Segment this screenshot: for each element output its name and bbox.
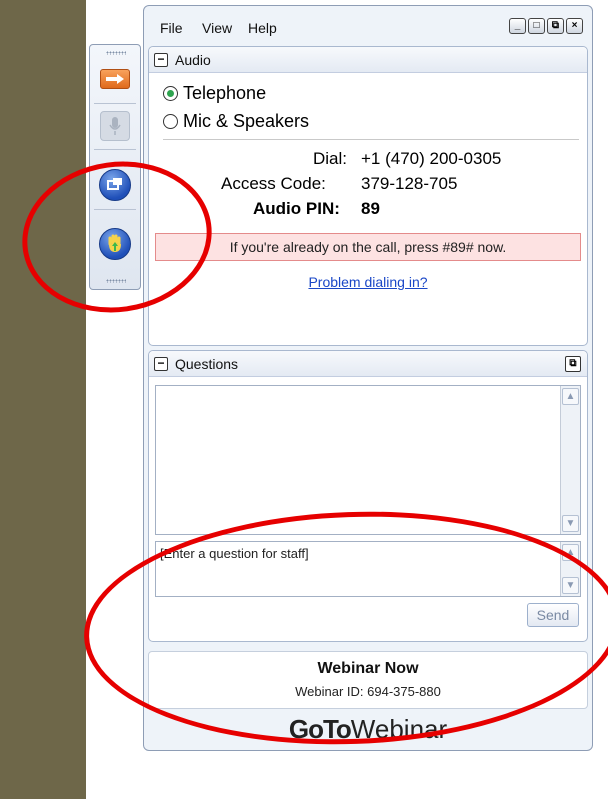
- question-input[interactable]: [Enter a question for staff] ▲ ▼: [155, 541, 581, 597]
- telephone-radio[interactable]: [163, 86, 178, 101]
- gotowebinar-logo: GoToWebinar: [144, 714, 592, 745]
- toolbar-grip-top[interactable]: [106, 51, 126, 55]
- telephone-option[interactable]: Telephone: [163, 83, 266, 104]
- scroll-up-icon[interactable]: ▲: [562, 544, 579, 561]
- audio-section: − Audio Telephone Mic & Speakers Dial: +…: [148, 46, 588, 346]
- menu-file[interactable]: File: [160, 20, 183, 36]
- toolbar-divider: [94, 149, 136, 150]
- access-code-label: Access Code:: [221, 174, 326, 193]
- collapse-questions-button[interactable]: −: [154, 357, 168, 371]
- question-input-text[interactable]: [Enter a question for staff]: [160, 546, 309, 561]
- dial-value: +1 (470) 200-0305: [361, 149, 502, 168]
- question-input-scrollbar[interactable]: ▲ ▼: [560, 542, 580, 596]
- mic-speakers-radio[interactable]: [163, 114, 178, 129]
- arrow-right-icon: [106, 74, 124, 84]
- toolbar-grip-bottom[interactable]: [106, 279, 126, 283]
- questions-log[interactable]: ▲ ▼: [155, 385, 581, 535]
- scroll-up-icon[interactable]: ▲: [562, 388, 579, 405]
- microphone-icon: [109, 117, 121, 135]
- toolbar-divider: [94, 209, 136, 210]
- screen-share-button[interactable]: [99, 169, 131, 201]
- questions-log-scrollbar[interactable]: ▲ ▼: [560, 386, 580, 534]
- control-toolbar: [89, 44, 141, 290]
- minimize-button[interactable]: _: [509, 18, 526, 34]
- mic-speakers-label: Mic & Speakers: [183, 111, 310, 131]
- dial-label: Dial:: [313, 149, 348, 168]
- menu-view[interactable]: View: [202, 20, 232, 36]
- send-button[interactable]: Send: [527, 603, 579, 627]
- background-strip: [0, 0, 86, 799]
- webinar-id: Webinar ID: 694-375-880: [295, 684, 441, 699]
- audio-pin-label: Audio PIN:: [253, 199, 340, 218]
- gotowebinar-panel: File View Help _ □ ⧉ × − Audio Telephone…: [143, 5, 593, 751]
- popout-questions-button[interactable]: ⧉: [565, 356, 581, 372]
- mic-speakers-option[interactable]: Mic & Speakers: [163, 111, 309, 132]
- audio-pin-value: 89: [361, 199, 380, 218]
- audio-title: Audio: [175, 52, 211, 68]
- questions-section: − Questions ⧉ ▲ ▼ [Enter a question for …: [148, 350, 588, 642]
- raise-hand-button[interactable]: [99, 228, 131, 260]
- questions-header: − Questions ⧉: [149, 351, 587, 377]
- scroll-down-icon[interactable]: ▼: [562, 515, 579, 532]
- screen-icon: [107, 178, 122, 190]
- logo-goto: GoTo: [288, 714, 352, 744]
- toolbar-divider: [94, 103, 136, 104]
- menu-help[interactable]: Help: [248, 20, 277, 36]
- webinar-title: Webinar Now: [317, 660, 419, 677]
- show-hide-panel-button[interactable]: [100, 69, 130, 89]
- microphone-button[interactable]: [100, 111, 130, 141]
- maximize-button[interactable]: □: [528, 18, 545, 34]
- questions-title: Questions: [175, 356, 239, 372]
- already-on-call-notice: If you're already on the call, press #89…: [155, 233, 581, 261]
- webinar-info: Webinar Now Webinar ID: 694-375-880: [148, 651, 588, 709]
- menu-bar: File View Help _ □ ⧉ ×: [144, 6, 592, 40]
- divider: [163, 139, 579, 140]
- access-code-value: 379-128-705: [361, 174, 458, 193]
- close-button[interactable]: ×: [566, 18, 583, 34]
- scroll-down-icon[interactable]: ▼: [562, 577, 579, 594]
- problem-dialing-link[interactable]: Problem dialing in?: [149, 274, 587, 290]
- audio-header: − Audio: [149, 47, 587, 73]
- restore-button[interactable]: ⧉: [547, 18, 564, 34]
- logo-webinar: Webinar: [350, 714, 448, 744]
- collapse-audio-button[interactable]: −: [154, 53, 168, 67]
- telephone-label: Telephone: [183, 83, 267, 103]
- raise-hand-icon: [108, 234, 121, 252]
